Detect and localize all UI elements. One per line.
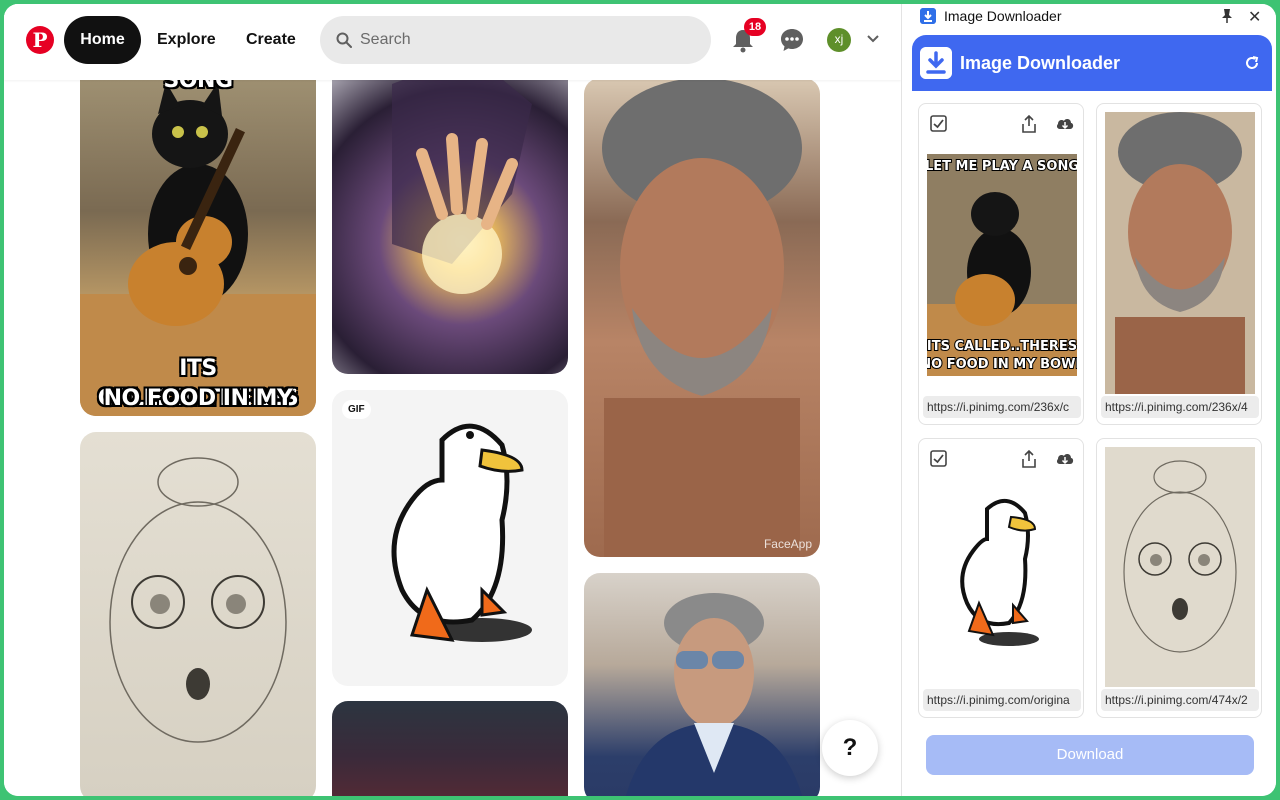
duck-illustration [391,423,532,642]
nav-explore[interactable]: Explore [141,16,232,64]
notification-badge: 18 [744,18,766,36]
download-logo-icon [920,47,952,79]
image-card[interactable]: https://i.pinimg.com/236x/4 [1096,103,1262,425]
image-url: https://i.pinimg.com/origina [923,689,1081,711]
close-icon[interactable]: ✕ [1248,7,1261,27]
refresh-icon[interactable] [1244,55,1260,71]
cloud-download-icon[interactable] [1055,449,1075,469]
image-url: https://i.pinimg.com/236x/4 [1101,396,1259,418]
chevron-down-icon[interactable] [866,32,880,46]
share-icon[interactable] [1019,449,1039,469]
image-card[interactable]: LET ME PLAY A SONG ITS CALLED..THERES NO… [918,103,1084,425]
portrait-illustration [602,78,802,557]
meme-bottom-text-2: NO FOOD IN MY BOWL [103,386,293,411]
pinterest-header: P Home Explore Create 18 [4,4,901,80]
nav-create[interactable]: Create [230,16,312,64]
panel-window-title: Image Downloader [944,8,1062,24]
panel-header: Image Downloader [912,35,1272,91]
image-card[interactable]: https://i.pinimg.com/origina [918,438,1084,718]
faceapp-watermark: FaceApp [763,537,812,551]
panel-title: Image Downloader [960,53,1121,73]
pin-cat-guitar[interactable]: LET ME PLAY A SONG ITS CALLED..THERES NO… [80,44,316,416]
pin-sketch-girl[interactable] [80,432,316,796]
pinterest-logo[interactable]: P [26,26,54,54]
pin-portrait-man[interactable]: FaceApp [584,78,820,557]
pin-duck-gif[interactable]: GIF [332,390,568,686]
panel-titlebar: Image Downloader ✕ [902,4,1276,32]
pin-icon[interactable] [1220,8,1234,24]
image-card[interactable]: https://i.pinimg.com/474x/2 [1096,438,1262,718]
thumbnail-duck [960,499,1039,646]
man-sunglasses-illustration [626,593,802,796]
avatar[interactable]: xj [827,28,851,52]
thumb-top-text: LET ME PLAY A SONG [927,159,1077,174]
app-download-icon [920,8,936,24]
image-url: https://i.pinimg.com/474x/2 [1101,689,1259,711]
pin-anime-hand[interactable] [332,44,568,374]
thumbnail-portrait [1105,112,1255,394]
messages-icon[interactable] [778,26,806,54]
help-button[interactable]: ? [822,720,878,776]
cloud-download-icon[interactable] [1055,114,1075,134]
search-icon [336,32,352,48]
pin-dark-pattern[interactable] [332,701,568,796]
checkbox-icon[interactable] [929,114,949,134]
sketch-illustration [109,457,287,743]
app-frame: LET ME PLAY A SONG ITS CALLED..THERES NO… [4,4,1276,796]
thumbnail-sketch [1105,447,1255,687]
share-icon[interactable] [1019,114,1039,134]
gif-badge: GIF [342,400,371,419]
thumb-bottom-text-2: NO FOOD IN MY BOWL [927,357,1077,372]
search-bar[interactable] [320,16,711,64]
search-input[interactable] [360,16,690,64]
nav-home[interactable]: Home [64,16,141,64]
image-url: https://i.pinimg.com/236x/c [923,396,1081,418]
pin-man-sunglasses[interactable] [584,573,820,796]
pinterest-page: LET ME PLAY A SONG ITS CALLED..THERES NO… [4,4,901,796]
anime-illustration [392,54,532,294]
thumbnail-cat: LET ME PLAY A SONG ITS CALLED..THERES NO… [927,154,1077,376]
thumb-bottom-text-1: ITS CALLED..THERES [927,339,1077,354]
checkbox-icon[interactable] [929,449,949,469]
download-button[interactable]: Download [926,735,1254,775]
